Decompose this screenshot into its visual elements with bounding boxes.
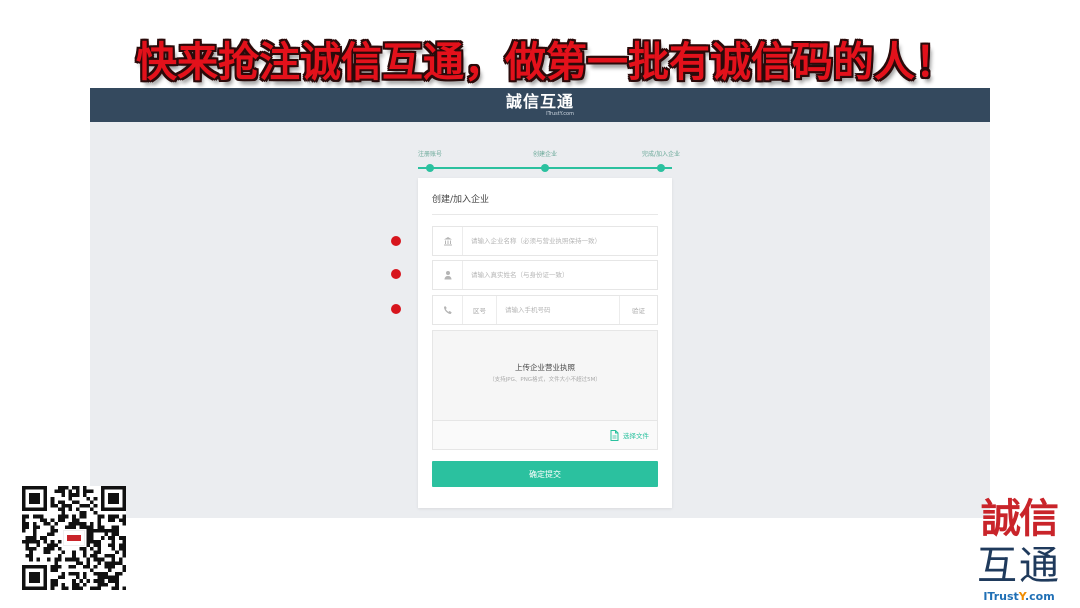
step-dot-create bbox=[541, 164, 549, 172]
step-dot-complete bbox=[657, 164, 665, 172]
qr-code bbox=[22, 486, 126, 590]
brand-domain-main: ITrust bbox=[983, 590, 1019, 603]
select-file-button[interactable]: 选择文件 bbox=[610, 429, 649, 441]
step-label-register: 注册账号 bbox=[417, 151, 443, 158]
step-dot-register bbox=[426, 164, 434, 172]
app-content: 注册账号 创建企业 完成/加入企业 创建/加入企业 请输入企业名称（必须与营业执… bbox=[90, 122, 990, 518]
qr-center-logo-mark bbox=[66, 535, 82, 541]
user-icon-svg bbox=[444, 271, 451, 280]
upload-hint: （支持JPG、PNG格式，文件大小不超过5M） bbox=[489, 377, 601, 383]
brand-domain: ITrustY.com bbox=[962, 590, 1076, 604]
app-header: 誠信互通 ITrustY.com bbox=[90, 88, 990, 122]
header-logo-text: 誠信互通 bbox=[505, 92, 574, 111]
building-icon bbox=[433, 227, 463, 255]
company-name-field[interactable] bbox=[432, 226, 658, 256]
step-label-complete: 完成/加入企业 bbox=[641, 151, 681, 158]
step-label-create: 创建企业 bbox=[532, 151, 558, 158]
license-upload-box: 上传企业营业执照 （支持JPG、PNG格式，文件大小不超过5M） 选择文件 bbox=[432, 330, 658, 450]
upload-bar: 选择文件 bbox=[433, 420, 657, 449]
slide: 快来抢注诚信互通，做第一批有诚信码的人！ 誠信互通 ITrustY.com 注册… bbox=[0, 0, 1080, 608]
create-join-company-card: 创建/加入企业 请输入企业名称（必须与营业执照保持一致） 请输入真实姓名（与身份… bbox=[418, 178, 672, 508]
applicant-name-input[interactable] bbox=[463, 261, 657, 289]
required-marker bbox=[391, 269, 401, 279]
progress-steps: 注册账号 创建企业 完成/加入企业 bbox=[417, 148, 680, 174]
building-icon-svg bbox=[443, 237, 452, 246]
promo-banner-title: 快来抢注诚信互通，做第一批有诚信码的人！ bbox=[136, 38, 956, 86]
card-title: 创建/加入企业 bbox=[432, 195, 490, 205]
phone-field[interactable]: 区号 验证 bbox=[432, 295, 658, 325]
upload-title: 上传企业营业执照 bbox=[515, 363, 575, 372]
submit-button[interactable]: 确定提交 bbox=[432, 461, 658, 487]
company-name-input[interactable] bbox=[463, 227, 657, 255]
header-logo-subtext: ITrustY.com bbox=[546, 111, 574, 117]
qr-code-svg bbox=[22, 486, 126, 590]
header-logo[interactable]: 誠信互通 ITrustY.com bbox=[490, 92, 590, 120]
phone-icon-svg bbox=[443, 306, 452, 314]
brand-domain-suffix: .com bbox=[1024, 590, 1055, 603]
phone-input[interactable] bbox=[497, 296, 619, 324]
file-icon bbox=[610, 429, 619, 441]
applicant-name-field[interactable] bbox=[432, 260, 658, 290]
user-icon bbox=[433, 261, 463, 289]
required-marker bbox=[391, 304, 401, 314]
card-divider bbox=[432, 214, 658, 215]
area-code-selector[interactable]: 区号 bbox=[463, 296, 497, 324]
required-marker bbox=[391, 236, 401, 246]
brand-logo-top: 誠信 bbox=[981, 495, 1059, 542]
brand-logo: 誠信 互通 ITrustY.com bbox=[962, 494, 1076, 606]
verify-button[interactable]: 验证 bbox=[619, 296, 657, 324]
upload-dropzone[interactable]: 上传企业营业执照 （支持JPG、PNG格式，文件大小不超过5M） bbox=[433, 331, 657, 420]
app-window: 誠信互通 ITrustY.com 注册账号 创建企业 完成/加入企业 创建/加入… bbox=[90, 88, 990, 518]
brand-logo-bottom: 互通 bbox=[977, 543, 1061, 589]
phone-icon bbox=[433, 296, 463, 324]
select-file-label: 选择文件 bbox=[623, 432, 649, 440]
